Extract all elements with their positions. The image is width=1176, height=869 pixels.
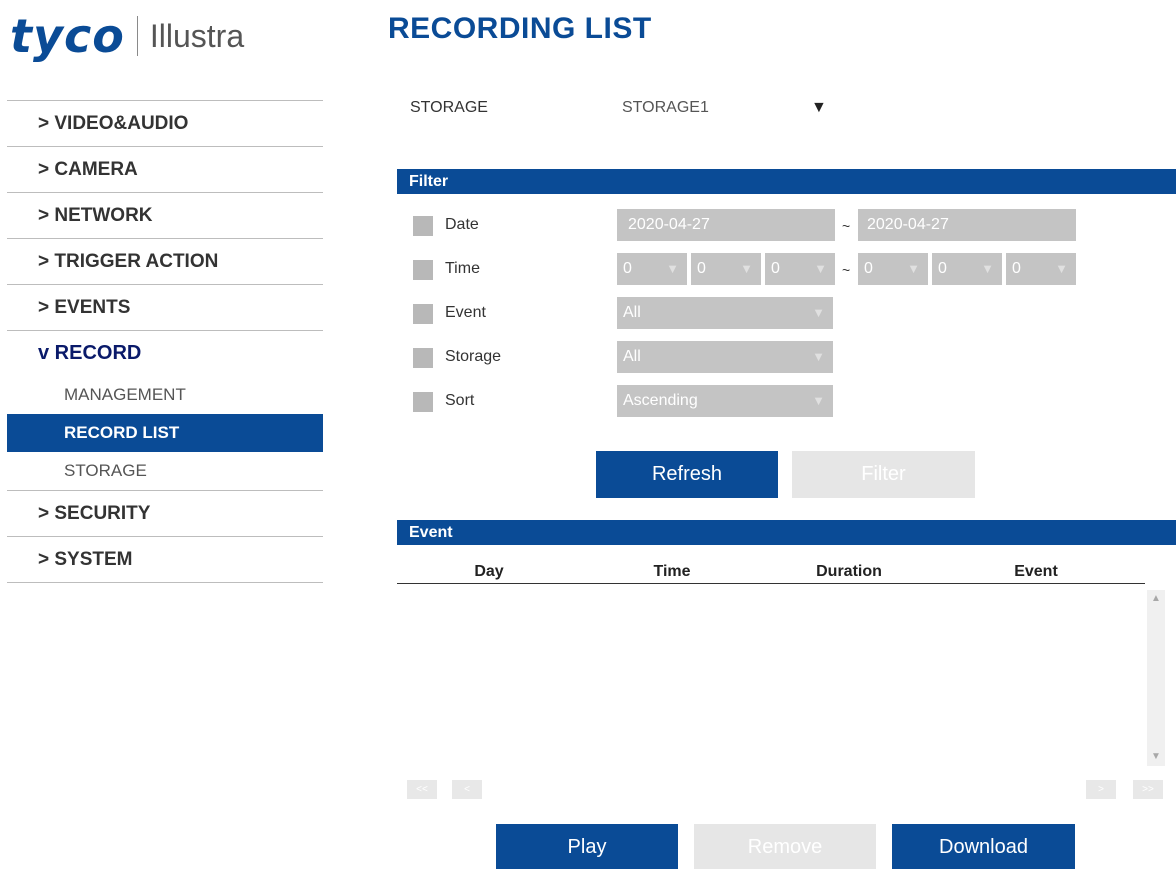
event-section-header: Event (397, 520, 1176, 545)
sidebar-item-network[interactable]: > NETWORK (7, 192, 323, 238)
time-from-hour-select[interactable]: 0 ▼ (617, 253, 687, 285)
page-first-button[interactable]: << (407, 780, 437, 799)
filter-event-row: Event (413, 297, 613, 329)
time-from-hour-value: 0 (623, 260, 632, 277)
time-to-hour-value: 0 (864, 260, 873, 277)
logo-tyco-text: tyco (10, 9, 125, 63)
storage-filter-value: All (623, 348, 641, 365)
date-label: Date (445, 216, 479, 233)
sort-label: Sort (445, 392, 475, 409)
date-from-input[interactable]: 2020-04-27 (617, 209, 835, 241)
date-checkbox[interactable] (413, 216, 433, 236)
time-label: Time (445, 260, 480, 277)
filter-sort-row: Sort (413, 385, 613, 417)
sidebar-subitem-record-list[interactable]: RECORD LIST (7, 414, 323, 452)
column-header-day: Day (474, 563, 504, 580)
chevron-down-icon: ▼ (1055, 261, 1068, 276)
time-to-minute-value: 0 (938, 260, 947, 277)
logo-illustra-text: Illustra (149, 18, 245, 54)
sidebar-nav: > VIDEO&AUDIO > CAMERA > NETWORK > TRIGG… (7, 100, 323, 583)
sidebar-item-system[interactable]: > SYSTEM (7, 536, 323, 582)
sidebar-item-events[interactable]: > EVENTS (7, 284, 323, 330)
sort-checkbox[interactable] (413, 392, 433, 412)
date-to-input[interactable]: 2020-04-27 (858, 209, 1076, 241)
chevron-down-icon: ▼ (812, 349, 825, 364)
sidebar-item-trigger-action[interactable]: > TRIGGER ACTION (7, 238, 323, 284)
storage-checkbox[interactable] (413, 348, 433, 368)
sidebar-subitem-storage[interactable]: STORAGE (7, 452, 323, 490)
column-header-event: Event (1014, 563, 1058, 580)
date-range-separator: ~ (842, 218, 851, 234)
sidebar-item-camera[interactable]: > CAMERA (7, 146, 323, 192)
filter-storage-row: Storage (413, 341, 613, 373)
scroll-down-icon[interactable]: ▼ (1147, 748, 1165, 766)
time-to-second-value: 0 (1012, 260, 1021, 277)
brand-logo: tyco Illustra (10, 6, 244, 66)
chevron-down-icon: ▼ (907, 261, 920, 276)
chevron-down-icon: ▼ (981, 261, 994, 276)
time-to-hour-select[interactable]: 0 ▼ (858, 253, 928, 285)
storage-label: STORAGE (410, 99, 488, 116)
chevron-down-icon: ▼ (812, 305, 825, 320)
storage-filter-label: Storage (445, 348, 502, 365)
event-label: Event (445, 304, 486, 321)
filter-section-header: Filter (397, 169, 1176, 194)
time-to-minute-select[interactable]: 0 ▼ (932, 253, 1002, 285)
time-range-separator: ~ (842, 262, 851, 278)
chevron-down-icon: ▼ (666, 261, 679, 276)
event-type-select[interactable]: All ▼ (617, 297, 833, 329)
sidebar-subitem-management[interactable]: MANAGEMENT (7, 376, 323, 414)
time-from-minute-select[interactable]: 0 ▼ (691, 253, 761, 285)
sort-order-value: Ascending (623, 392, 698, 409)
storage-filter-select[interactable]: All ▼ (617, 341, 833, 373)
download-button[interactable]: Download (892, 824, 1075, 869)
logo-divider (136, 16, 138, 56)
event-checkbox[interactable] (413, 304, 433, 324)
column-header-duration: Duration (816, 563, 882, 580)
time-from-second-value: 0 (771, 260, 780, 277)
page-prev-button[interactable]: < (452, 780, 482, 799)
scroll-up-icon[interactable]: ▲ (1147, 590, 1165, 608)
sidebar-item-security[interactable]: > SECURITY (7, 490, 323, 536)
page-next-button[interactable]: > (1086, 780, 1116, 799)
chevron-down-icon: ▼ (814, 261, 827, 276)
time-from-second-select[interactable]: 0 ▼ (765, 253, 835, 285)
remove-button[interactable]: Remove (694, 824, 876, 869)
time-to-second-select[interactable]: 0 ▼ (1006, 253, 1076, 285)
storage-select[interactable]: STORAGE1 (622, 99, 709, 117)
sidebar-divider (7, 582, 323, 583)
sort-order-select[interactable]: Ascending ▼ (617, 385, 833, 417)
page-last-button[interactable]: >> (1133, 780, 1163, 799)
sidebar-item-video-audio[interactable]: > VIDEO&AUDIO (7, 100, 323, 146)
chevron-down-icon: ▼ (812, 393, 825, 408)
filter-button[interactable]: Filter (792, 451, 975, 498)
event-type-value: All (623, 304, 641, 321)
page-title: RECORDING LIST (388, 12, 652, 45)
play-button[interactable]: Play (496, 824, 678, 869)
event-list-scrollbar[interactable]: ▲ ▼ (1147, 590, 1165, 766)
column-header-time: Time (653, 563, 691, 580)
chevron-down-icon: ▼ (740, 261, 753, 276)
refresh-button[interactable]: Refresh (596, 451, 778, 498)
time-checkbox[interactable] (413, 260, 433, 280)
event-table-header: Day Time Duration Event (397, 563, 1145, 584)
time-from-minute-value: 0 (697, 260, 706, 277)
storage-dropdown-icon[interactable]: ▼ (811, 99, 827, 117)
sidebar-item-record[interactable]: v RECORD (7, 330, 323, 376)
